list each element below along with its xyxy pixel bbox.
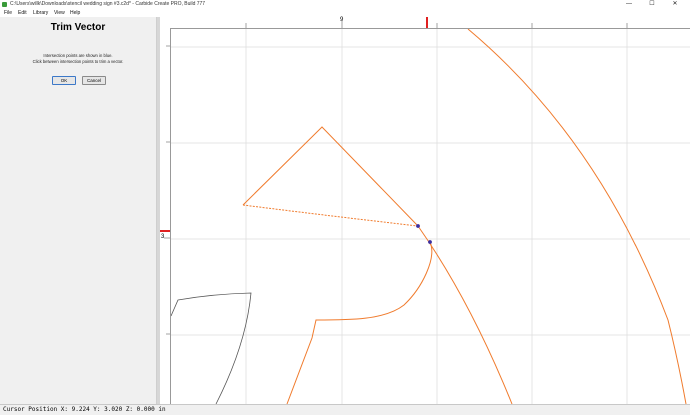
menu-edit[interactable]: Edit [18, 9, 27, 17]
other-vector-gray[interactable] [171, 292, 252, 404]
outer-arc-vector[interactable] [467, 29, 687, 404]
trim-preview-segment[interactable] [242, 204, 419, 227]
left-ruler: 3 [160, 28, 171, 404]
intersection-point-1[interactable] [416, 224, 420, 228]
left-ruler-ticks [160, 45, 170, 335]
ok-button[interactable]: OK [52, 76, 76, 85]
intersection-point-2[interactable] [428, 240, 432, 244]
top-ruler-ticks [245, 17, 628, 28]
hook-vector[interactable] [286, 241, 433, 404]
menu-library[interactable]: Library [33, 9, 48, 17]
canvas-drawing[interactable] [171, 29, 690, 404]
app-icon [2, 2, 7, 7]
top-ruler: 9 [160, 17, 690, 29]
window-title: C:\Users\willk\Downloads\stencil wedding… [10, 1, 206, 7]
title-bar: C:\Users\willk\Downloads\stencil wedding… [0, 0, 690, 9]
cancel-button[interactable]: Cancel [82, 76, 106, 85]
top-ruler-label: 9 [340, 17, 344, 23]
design-canvas[interactable] [171, 29, 690, 404]
instruction-line-2: Click between intersection points to tri… [32, 59, 124, 64]
ruler-cursor-marker-x [426, 17, 428, 28]
panel-title: Trim Vector [50, 22, 106, 33]
menu-file[interactable]: File [4, 9, 12, 17]
menu-view[interactable]: View [54, 9, 65, 17]
maximize-button[interactable]: ☐ [641, 0, 663, 9]
instruction-line-1: Intersection points are shown in blue. [43, 53, 113, 58]
minimize-button[interactable]: — [618, 0, 640, 9]
menu-bar: File Edit Library View Help [0, 9, 690, 17]
triangle-vector[interactable] [242, 126, 419, 227]
status-bar: Cursor Position X: 9.224 Y: 3.020 Z: 0.0… [0, 404, 690, 415]
menu-help[interactable]: Help [70, 9, 80, 17]
close-button[interactable]: ✕ [664, 0, 686, 9]
left-ruler-label: 3 [161, 234, 165, 240]
ruler-cursor-marker-y [160, 230, 170, 232]
grid-lines [171, 29, 690, 404]
trim-vector-panel: Trim Vector Intersection points are show… [0, 17, 157, 404]
